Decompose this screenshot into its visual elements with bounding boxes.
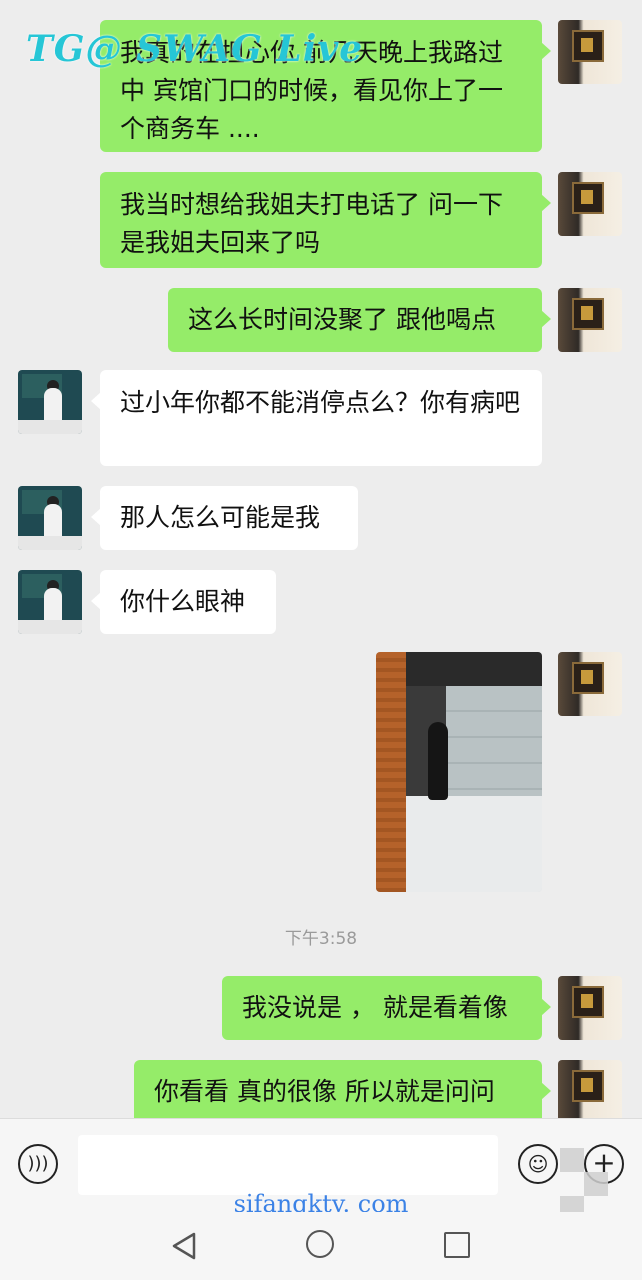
message-bubble-received[interactable]: 过小年你都不能消停点么？你有病吧: [91, 370, 542, 466]
contact-avatar[interactable]: [18, 570, 82, 634]
message-text: 这么长时间没聚了 跟他喝点: [188, 305, 496, 334]
my-avatar[interactable]: [558, 288, 622, 352]
my-avatar[interactable]: [558, 1060, 622, 1118]
back-triangle-icon[interactable]: [172, 1232, 196, 1260]
timestamp: 下午3:58: [284, 929, 358, 949]
system-nav-bar: [0, 1212, 642, 1280]
message-input[interactable]: [78, 1135, 498, 1195]
message-bubble-received[interactable]: 你什么眼神: [91, 570, 276, 634]
message-text: 过小年你都不能消停点么？你有病吧: [120, 388, 521, 417]
message-text: 那人怎么可能是我: [120, 503, 321, 532]
message-bubble-sent[interactable]: 这么长时间没聚了 跟他喝点: [168, 288, 551, 352]
my-avatar[interactable]: [558, 976, 622, 1040]
chat-area: 我真的在担心你 前几天晚上我路过中 宾馆门口的时候，看见你上了一个商务车 ...…: [0, 0, 642, 1118]
recent-square-icon[interactable]: [444, 1232, 470, 1258]
message-text: 你看看 真的很像 所以就是问问: [154, 1077, 495, 1106]
contact-avatar[interactable]: [18, 370, 82, 434]
home-circle-icon[interactable]: [306, 1230, 334, 1258]
message-bubble-sent[interactable]: 我没说是 ， 就是看着像: [222, 976, 551, 1040]
message-bubble-received[interactable]: 那人怎么可能是我: [91, 486, 358, 550]
photo-message[interactable]: [376, 652, 542, 892]
message-text: 我当时想给我姐夫打电话了 问一下是我姐夫回来了吗: [120, 190, 503, 257]
voice-icon[interactable]: ))): [18, 1144, 58, 1184]
watermark-top: TG@ SWAG Live: [26, 28, 364, 70]
message-bubble-sent[interactable]: 我当时想给我姐夫打电话了 问一下是我姐夫回来了吗: [100, 172, 551, 268]
message-text: 你什么眼神: [120, 587, 246, 616]
contact-avatar[interactable]: [18, 486, 82, 550]
my-avatar[interactable]: [558, 652, 622, 716]
my-avatar[interactable]: [558, 172, 622, 236]
message-bubble-sent[interactable]: 你看看 真的很像 所以就是问问: [134, 1060, 551, 1118]
message-text: 我没说是 ， 就是看着像: [242, 993, 508, 1022]
my-avatar[interactable]: [558, 20, 622, 84]
